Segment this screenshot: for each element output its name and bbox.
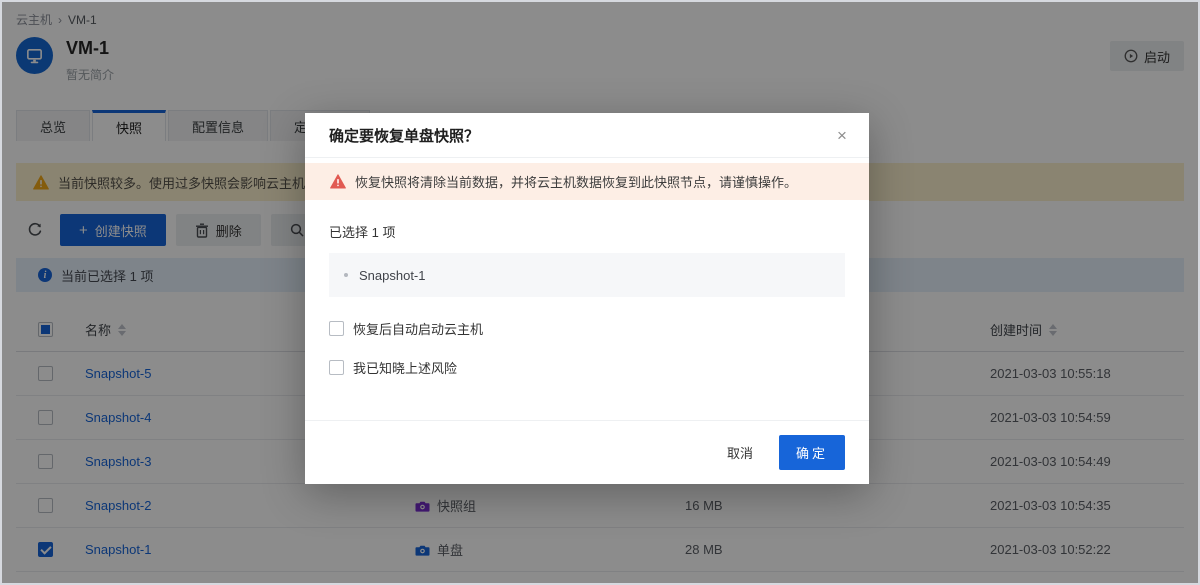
dialog-alert-text: 恢复快照将清除当前数据，并将云主机数据恢复到此快照节点，请谨慎操作。: [355, 172, 797, 191]
dialog-header: 确定要恢复单盘快照？ ×: [305, 113, 869, 158]
autostart-checkbox[interactable]: [329, 321, 344, 336]
dialog-title: 确定要恢复单盘快照？: [329, 125, 479, 146]
autostart-label: 恢复后自动启动云主机: [353, 319, 483, 338]
confirm-button[interactable]: 确定: [779, 435, 845, 470]
autostart-option: 恢复后自动启动云主机: [329, 319, 845, 338]
dialog-footer: 取消 确定: [305, 420, 869, 484]
dialog-body: 已选择 1 项 Snapshot-1 恢复后自动启动云主机 我已知晓上述风险: [305, 200, 869, 377]
dialog-danger-alert: 恢复快照将清除当前数据，并将云主机数据恢复到此快照节点，请谨慎操作。: [305, 163, 869, 200]
risk-label: 我已知晓上述风险: [353, 358, 457, 377]
risk-option: 我已知晓上述风险: [329, 358, 845, 377]
selected-snapshot-name: Snapshot-1: [359, 268, 426, 283]
alert-triangle-icon: [330, 174, 346, 189]
risk-checkbox[interactable]: [329, 360, 344, 375]
selected-item-box: Snapshot-1: [329, 253, 845, 297]
cancel-button[interactable]: 取消: [715, 436, 765, 469]
app-window: 云主机 › VM-1 VM-1 暂无简介 启动 总览 快照 配置信息 定时任务: [0, 0, 1200, 585]
selected-count-label: 已选择 1 项: [329, 222, 845, 241]
close-icon[interactable]: ×: [831, 125, 853, 147]
bullet-icon: [344, 273, 348, 277]
restore-snapshot-dialog: 确定要恢复单盘快照？ × 恢复快照将清除当前数据，并将云主机数据恢复到此快照节点…: [305, 113, 869, 484]
